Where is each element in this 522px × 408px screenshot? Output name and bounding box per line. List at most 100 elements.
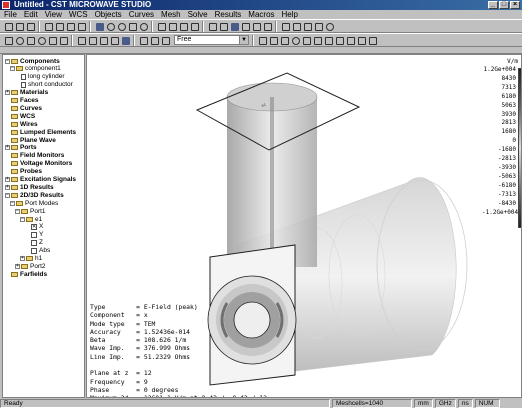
grid-icon[interactable] — [160, 35, 170, 45]
ports-view-icon[interactable] — [301, 35, 311, 45]
tree-item[interactable]: WCS — [5, 112, 35, 120]
tree-item[interactable]: − Port1 — [15, 207, 46, 215]
select-icon[interactable] — [3, 35, 13, 45]
3d-view[interactable]: e1 V/m 1.2Ge+004 8430 7313 6180 5063 3930 2813… — [86, 54, 522, 398]
menu-mesh[interactable]: Mesh — [161, 10, 181, 19]
view-mode-combo[interactable]: Free ▼ — [174, 35, 249, 45]
tree-item[interactable]: Z — [25, 239, 43, 247]
new-icon[interactable] — [3, 21, 13, 31]
checkbox[interactable] — [31, 231, 37, 238]
checkbox[interactable] — [31, 247, 37, 254]
tree-item[interactable]: + Materials — [5, 89, 48, 97]
menu-objects[interactable]: Objects — [95, 10, 122, 19]
expand-toggle-icon[interactable]: + — [5, 145, 10, 151]
pan-icon[interactable] — [25, 35, 35, 45]
menu-view[interactable]: View — [45, 10, 62, 19]
transform-icon[interactable] — [280, 21, 290, 31]
maximize-button[interactable]: □ — [499, 1, 509, 9]
menu-help[interactable]: Help — [282, 10, 298, 19]
expand-toggle-icon[interactable]: + — [5, 90, 10, 96]
tree-item[interactable]: Wires — [5, 120, 38, 128]
top-view-icon[interactable] — [87, 35, 97, 45]
expand-toggle-icon[interactable]: + — [20, 256, 25, 261]
minimize-button[interactable]: _ — [488, 1, 498, 9]
tree-item[interactable]: Field Monitors — [5, 152, 64, 160]
tree-item[interactable]: short conductor — [15, 81, 73, 89]
next-icon[interactable] — [356, 35, 366, 45]
tree-item[interactable]: − component1 — [10, 65, 61, 73]
mirror-icon[interactable] — [302, 21, 312, 31]
zoom-icon[interactable] — [36, 35, 46, 45]
wcs-icon[interactable] — [149, 35, 159, 45]
help-icon[interactable] — [324, 21, 334, 31]
cylinder-icon[interactable] — [116, 21, 126, 31]
pick-point-icon[interactable] — [240, 21, 250, 31]
checkbox[interactable] — [31, 239, 37, 246]
brick-icon[interactable] — [94, 21, 104, 31]
axes-icon[interactable] — [268, 35, 278, 45]
tree-item[interactable]: Y — [25, 231, 43, 239]
tree-item[interactable]: ✕ X — [25, 223, 43, 231]
expand-toggle-icon[interactable]: − — [5, 58, 10, 64]
expand-toggle-icon[interactable]: + — [5, 184, 10, 190]
tree-item[interactable]: Faces — [5, 97, 38, 105]
cone-icon[interactable] — [127, 21, 137, 31]
rotate-icon[interactable] — [291, 21, 301, 31]
tree-item[interactable]: Voltage Monitors — [5, 160, 72, 168]
working-plane-icon[interactable] — [138, 35, 148, 45]
sphere-icon[interactable] — [105, 21, 115, 31]
animate-icon[interactable] — [334, 35, 344, 45]
tree-item[interactable]: + Excitation Signals — [5, 176, 76, 184]
menu-results[interactable]: Results — [215, 10, 242, 19]
side-view-icon[interactable] — [98, 35, 108, 45]
menu-wcs[interactable]: WCS — [69, 10, 88, 19]
boolean-intersect-icon[interactable] — [178, 21, 188, 31]
save-icon[interactable] — [25, 21, 35, 31]
expand-toggle-icon[interactable]: + — [5, 177, 10, 182]
expand-toggle-icon[interactable]: − — [10, 66, 15, 72]
align-icon[interactable] — [313, 21, 323, 31]
expand-toggle-icon[interactable]: − — [5, 192, 10, 198]
tree-item[interactable]: Abs — [25, 247, 50, 255]
tree-item[interactable]: +1D Results — [5, 183, 54, 191]
pick-face-icon[interactable] — [262, 21, 272, 31]
expand-toggle-icon[interactable]: − — [10, 200, 15, 206]
boolean-subtract-icon[interactable] — [167, 21, 177, 31]
zoom-box-icon[interactable] — [47, 35, 57, 45]
field-view-icon[interactable] — [323, 35, 333, 45]
tree-item[interactable]: − Port Modes — [10, 199, 58, 207]
tree-item[interactable]: long cylinder — [15, 73, 65, 81]
boolean-insert-icon[interactable] — [189, 21, 199, 31]
paste-icon[interactable] — [65, 21, 75, 31]
tree-item[interactable]: Farfields — [5, 270, 47, 278]
chevron-down-icon[interactable]: ▼ — [239, 36, 248, 44]
lights-icon[interactable] — [290, 35, 300, 45]
menu-curves[interactable]: Curves — [129, 10, 154, 19]
tree-item[interactable]: Curves — [5, 104, 42, 112]
copy-icon[interactable] — [54, 21, 64, 31]
tree-item[interactable]: − Components — [5, 57, 60, 65]
expand-toggle-icon[interactable]: + — [15, 263, 20, 269]
tree-item[interactable]: Plane Wave — [5, 136, 56, 144]
front-view-icon[interactable] — [76, 35, 86, 45]
tree-item[interactable]: − 2D/3D Results — [5, 191, 64, 199]
boolean-add-icon[interactable] — [156, 21, 166, 31]
tree-item[interactable]: − e1 — [20, 215, 42, 223]
cut-icon[interactable] — [43, 21, 53, 31]
pick-edge-icon[interactable] — [251, 21, 261, 31]
menu-macros[interactable]: Macros — [248, 10, 274, 19]
expand-toggle-icon[interactable]: − — [15, 208, 20, 214]
plot-properties-icon[interactable] — [367, 35, 377, 45]
previous-icon[interactable] — [345, 35, 355, 45]
solver-icon[interactable] — [218, 21, 228, 31]
open-icon[interactable] — [14, 21, 24, 31]
rotate-view-icon[interactable] — [14, 35, 24, 45]
tree-item[interactable]: + Port2 — [15, 262, 46, 270]
close-button[interactable]: × — [510, 1, 520, 9]
tree-item[interactable]: + Ports — [5, 144, 37, 152]
probes-view-icon[interactable] — [312, 35, 322, 45]
menu-solve[interactable]: Solve — [188, 10, 208, 19]
menu-edit[interactable]: Edit — [24, 10, 38, 19]
undo-icon[interactable] — [76, 21, 86, 31]
start-solver-icon[interactable] — [229, 21, 239, 31]
